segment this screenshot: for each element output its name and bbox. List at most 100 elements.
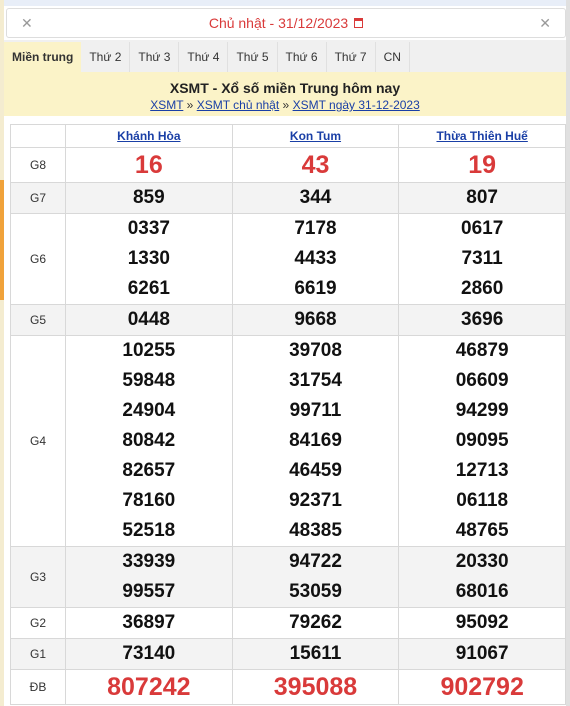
day-tabs: Miền trung Thứ 2 Thứ 3 Thứ 4 Thứ 5 Thứ 6… [4,40,566,72]
prize-number: 06118 [456,490,509,511]
prize-number: 59848 [122,370,176,391]
prize-number: 36897 [122,612,176,633]
prize-number: 79262 [289,612,342,633]
breadcrumb-xsmt-chu-nhat[interactable]: XSMT chủ nhật [197,98,280,112]
breadcrumb: XSMT » XSMT chủ nhật » XSMT ngày 31-12-2… [4,98,566,112]
prize-label: G6 [10,213,66,305]
prize-cell: 807 [398,182,566,214]
prize-cell: 395088 [231,669,400,705]
prize-number: 807242 [107,673,191,701]
next-date-icon[interactable]: ✕ [539,15,551,32]
prize-number: 6619 [294,278,337,299]
tab-thu-7[interactable]: Thứ 7 [327,42,376,72]
prize-cell: 95092 [398,607,566,639]
breadcrumb-separator: » [282,98,290,112]
prize-label: G2 [10,607,66,639]
prize-cell: 43 [231,147,400,183]
prize-number: 19 [468,151,497,179]
prize-number: 20330 [455,551,509,572]
tab-thu-4[interactable]: Thứ 4 [179,42,229,72]
prize-number: 09095 [455,430,509,451]
results-table: Khánh Hòa Kon Tum Thừa Thiên Huế G8 16 43 1… [10,124,566,705]
prize-number: 73140 [122,643,176,664]
prize-cell: 902792 [398,669,566,705]
prize-number: 46879 [455,340,509,361]
tab-thu-5[interactable]: Thứ 5 [228,42,278,72]
prize-label: G1 [10,638,66,670]
breadcrumb-separator: » [186,98,194,112]
prize-number: 7178 [294,218,337,239]
prize-number: 46459 [289,460,342,481]
prize-row-g6: G6 0337 1330 6261 7178 4433 6619 0617 7311 2860 [10,213,566,305]
prize-cell: 10255 59848 24904 80842 82657 78160 52518 [65,335,233,547]
prize-cell: 0617 7311 2860 [398,213,566,305]
tab-cn[interactable]: CN [376,42,410,72]
prize-number: 10255 [122,340,176,361]
prize-number: 94722 [289,551,342,572]
top-strip [4,0,570,6]
prize-number: 48765 [455,520,509,541]
tab-thu-6[interactable]: Thứ 6 [278,42,327,72]
prize-number: 94299 [455,400,509,421]
prize-cell: 73140 [65,638,233,670]
prize-number: 33939 [122,551,176,572]
prize-number: 39708 [289,340,342,361]
prize-cell: 807242 [65,669,233,705]
prize-cell: 91067 [398,638,566,670]
prize-cell: 344 [231,182,400,214]
scrollbar-track[interactable] [566,0,570,706]
prize-number: 807 [466,187,498,208]
prize-number: 15611 [289,643,342,664]
prize-number: 16 [134,151,163,179]
breadcrumb-xsmt-ngay[interactable]: XSMT ngày 31-12-2023 [293,98,420,112]
prize-cell: 0337 1330 6261 [65,213,233,305]
prize-number: 24904 [122,400,176,421]
prize-label: G4 [10,335,66,547]
prize-number: 9668 [294,309,337,330]
prize-number: 99711 [289,400,342,421]
prize-cell: 33939 99557 [65,546,233,608]
prize-number: 0448 [127,309,170,330]
prize-number: 43 [301,151,330,179]
prize-cell: 19 [398,147,566,183]
prize-number: 53059 [289,581,342,602]
prize-number: 344 [299,187,332,208]
prize-number: 3696 [461,309,504,330]
breadcrumb-xsmt[interactable]: XSMT [150,98,183,112]
prev-date-icon[interactable]: ✕ [21,15,33,32]
prize-cell: 0448 [65,304,233,336]
prize-cell: 9668 [231,304,400,336]
prize-row-g4: G4 10255 59848 24904 80842 82657 78160 52518 397… [10,335,566,547]
prize-number: 12713 [455,460,509,481]
prize-number: 68016 [455,581,509,602]
province-khanh-hoa[interactable]: Khánh Hòa [65,124,233,148]
prize-cell: 79262 [231,607,400,639]
tab-mien-trung[interactable]: Miền trung [4,42,82,72]
prize-row-g5: G5 0448 9668 3696 [10,304,566,336]
prize-number: 902792 [440,673,524,701]
province-header-row: Khánh Hòa Kon Tum Thừa Thiên Huế [10,124,566,148]
prize-number: 80842 [122,430,176,451]
prize-number: 82657 [122,460,176,481]
prize-cell: 16 [65,147,233,183]
prize-row-g2: G2 36897 79262 95092 [10,607,566,639]
prize-cell: 20330 68016 [398,546,566,608]
province-thua-thien-hue[interactable]: Thừa Thiên Huế [398,124,566,148]
prize-number: 395088 [273,673,358,701]
prize-label: G5 [10,304,66,336]
prize-row-g7: G7 859 344 807 [10,182,566,214]
tab-thu-2[interactable]: Thứ 2 [81,42,131,72]
prize-cell: 3696 [398,304,566,336]
prize-cell: 94722 53059 [231,546,400,608]
tab-thu-3[interactable]: Thứ 3 [130,42,180,72]
prize-number: 52518 [122,520,176,541]
prize-number: 4433 [294,248,337,269]
prize-row-g3: G3 33939 99557 94722 53059 20330 68016 [10,546,566,608]
date-selector[interactable]: ✕ Chủ nhật - 31/12/2023 ✕ [6,8,566,38]
prize-label: G3 [10,546,66,608]
prize-label: G7 [10,182,66,214]
prize-number: 6261 [127,278,170,299]
prize-cell: 39708 31754 99711 84169 46459 92371 48385 [231,335,400,547]
province-kon-tum[interactable]: Kon Tum [231,124,400,148]
calendar-icon[interactable] [354,18,364,28]
